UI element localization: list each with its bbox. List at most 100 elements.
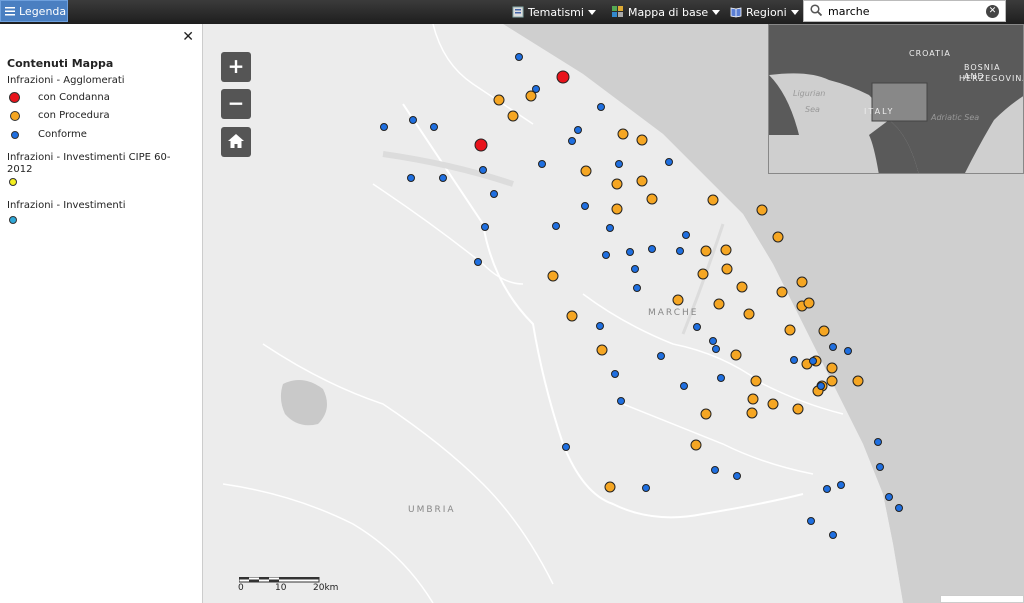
- map-point-marker[interactable]: [566, 310, 578, 322]
- map-point-marker[interactable]: [636, 175, 648, 187]
- map-point-marker[interactable]: [818, 325, 830, 337]
- map-point-marker[interactable]: [617, 397, 625, 405]
- map-point-marker[interactable]: [479, 166, 487, 174]
- zoom-out-button[interactable]: −: [221, 89, 251, 119]
- map-canvas[interactable]: MARCHE UMBRIA + − CROATIA BOSNIA AND HER…: [203, 24, 1024, 603]
- map-point-marker[interactable]: [633, 284, 641, 292]
- map-point-marker[interactable]: [642, 484, 650, 492]
- map-point-marker[interactable]: [790, 356, 798, 364]
- map-point-marker[interactable]: [809, 357, 817, 365]
- map-point-marker[interactable]: [717, 374, 725, 382]
- home-button[interactable]: [221, 127, 251, 157]
- map-point-marker[interactable]: [611, 370, 619, 378]
- map-point-marker[interactable]: [817, 382, 825, 390]
- map-point-marker[interactable]: [538, 160, 546, 168]
- map-point-marker[interactable]: [826, 362, 838, 374]
- map-point-marker[interactable]: [574, 126, 582, 134]
- map-point-marker[interactable]: [746, 407, 758, 419]
- map-point-marker[interactable]: [672, 294, 684, 306]
- map-point-marker[interactable]: [665, 158, 673, 166]
- map-point-marker[interactable]: [606, 224, 614, 232]
- map-point-marker[interactable]: [772, 231, 784, 243]
- map-point-marker[interactable]: [407, 174, 415, 182]
- map-point-marker[interactable]: [474, 138, 488, 152]
- map-point-marker[interactable]: [826, 375, 838, 387]
- map-point-marker[interactable]: [631, 265, 639, 273]
- map-point-marker[interactable]: [439, 174, 447, 182]
- map-point-marker[interactable]: [604, 481, 616, 493]
- map-point-marker[interactable]: [747, 393, 759, 405]
- map-point-marker[interactable]: [721, 263, 733, 275]
- map-point-marker[interactable]: [690, 439, 702, 451]
- overview-map[interactable]: CROATIA BOSNIA AND HERZEGOVINA Ligurian …: [768, 24, 1024, 174]
- map-point-marker[interactable]: [409, 116, 417, 124]
- map-point-marker[interactable]: [680, 382, 688, 390]
- map-point-marker[interactable]: [676, 247, 684, 255]
- map-point-marker[interactable]: [829, 531, 837, 539]
- map-point-marker[interactable]: [615, 160, 623, 168]
- map-point-marker[interactable]: [617, 128, 629, 140]
- map-point-marker[interactable]: [700, 408, 712, 420]
- map-point-marker[interactable]: [474, 258, 482, 266]
- map-point-marker[interactable]: [611, 178, 623, 190]
- map-point-marker[interactable]: [515, 53, 523, 61]
- map-point-marker[interactable]: [776, 286, 788, 298]
- map-point-marker[interactable]: [700, 245, 712, 257]
- map-point-marker[interactable]: [756, 204, 768, 216]
- map-point-marker[interactable]: [767, 398, 779, 410]
- map-point-marker[interactable]: [597, 103, 605, 111]
- map-point-marker[interactable]: [682, 231, 690, 239]
- map-point-marker[interactable]: [507, 110, 519, 122]
- clear-search-button[interactable]: ✕: [986, 4, 999, 18]
- legend-button[interactable]: Legenda: [0, 0, 68, 22]
- map-point-marker[interactable]: [837, 481, 845, 489]
- map-point-marker[interactable]: [547, 270, 559, 282]
- map-point-marker[interactable]: [720, 244, 732, 256]
- map-point-marker[interactable]: [743, 308, 755, 320]
- map-point-marker[interactable]: [713, 298, 725, 310]
- map-point-marker[interactable]: [829, 343, 837, 351]
- map-point-marker[interactable]: [552, 222, 560, 230]
- map-point-marker[interactable]: [648, 245, 656, 253]
- map-point-marker[interactable]: [874, 438, 882, 446]
- map-point-marker[interactable]: [852, 375, 864, 387]
- regioni-menu[interactable]: Regioni: [730, 0, 799, 24]
- tematismi-menu[interactable]: Tematismi: [512, 0, 596, 24]
- map-point-marker[interactable]: [796, 276, 808, 288]
- map-point-marker[interactable]: [430, 123, 438, 131]
- map-point-marker[interactable]: [807, 517, 815, 525]
- map-point-marker[interactable]: [596, 322, 604, 330]
- map-point-marker[interactable]: [493, 94, 505, 106]
- map-point-marker[interactable]: [730, 349, 742, 361]
- map-point-marker[interactable]: [792, 403, 804, 415]
- map-point-marker[interactable]: [490, 190, 498, 198]
- map-point-marker[interactable]: [596, 344, 608, 356]
- map-point-marker[interactable]: [380, 123, 388, 131]
- map-point-marker[interactable]: [581, 202, 589, 210]
- map-point-marker[interactable]: [844, 347, 852, 355]
- close-panel-button[interactable]: ✕: [182, 29, 194, 45]
- map-point-marker[interactable]: [697, 268, 709, 280]
- map-point-marker[interactable]: [784, 324, 796, 336]
- search-input[interactable]: [826, 3, 980, 19]
- map-point-marker[interactable]: [657, 352, 665, 360]
- map-point-marker[interactable]: [733, 472, 741, 480]
- map-point-marker[interactable]: [636, 134, 648, 146]
- map-point-marker[interactable]: [736, 281, 748, 293]
- map-point-marker[interactable]: [611, 203, 623, 215]
- map-point-marker[interactable]: [693, 323, 701, 331]
- mappa-di-base-menu[interactable]: Mappa di base: [612, 0, 721, 24]
- map-point-marker[interactable]: [532, 85, 540, 93]
- map-point-marker[interactable]: [562, 443, 570, 451]
- map-point-marker[interactable]: [481, 223, 489, 231]
- map-point-marker[interactable]: [885, 493, 893, 501]
- map-point-marker[interactable]: [580, 165, 592, 177]
- map-point-marker[interactable]: [602, 251, 610, 259]
- map-point-marker[interactable]: [626, 248, 634, 256]
- map-point-marker[interactable]: [712, 345, 720, 353]
- map-point-marker[interactable]: [750, 375, 762, 387]
- map-point-marker[interactable]: [646, 193, 658, 205]
- map-point-marker[interactable]: [711, 466, 719, 474]
- map-point-marker[interactable]: [895, 504, 903, 512]
- map-point-marker[interactable]: [876, 463, 884, 471]
